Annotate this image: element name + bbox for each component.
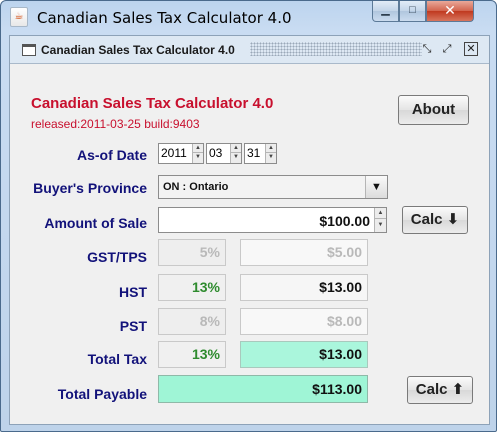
province-select[interactable]: ON : Ontario ▼ xyxy=(158,175,388,199)
minimize-button[interactable]: ▁ xyxy=(372,1,399,22)
total-tax-amount-field[interactable]: $13.00 xyxy=(240,341,368,368)
month-spinner-arrows[interactable]: ▲ ▼ xyxy=(230,144,241,163)
spin-down-icon[interactable]: ▼ xyxy=(375,219,386,231)
calc-down-button[interactable]: Calc ⬇ xyxy=(402,206,468,234)
hst-amount-field[interactable]: $13.00 xyxy=(240,274,368,301)
frame-maximize-icon[interactable]: ⤢ xyxy=(440,42,454,56)
window-titlebar[interactable]: ☕ Canadian Sales Tax Calculator 4.0 ▁ □ … xyxy=(1,1,496,35)
province-value: ON : Ontario xyxy=(163,181,229,193)
as-of-date-label: As-of Date xyxy=(76,147,147,163)
spin-down-icon[interactable]: ▼ xyxy=(231,153,241,162)
frame-window-icon xyxy=(22,44,36,56)
total-payable-field[interactable]: $113.00 xyxy=(158,375,368,403)
titlebar-grip-pattern xyxy=(250,42,422,56)
pst-amount-field[interactable]: $8.00 xyxy=(240,308,368,335)
day-spinner[interactable]: 31 ▲ ▼ xyxy=(244,143,277,164)
gst-amount-field[interactable]: $5.00 xyxy=(240,239,368,266)
app-heading: Canadian Sales Tax Calculator 4.0 xyxy=(31,95,274,112)
year-spinner[interactable]: 2011 ▲ ▼ xyxy=(158,143,204,164)
java-app-icon[interactable]: ☕ xyxy=(10,7,28,27)
spin-down-icon[interactable]: ▼ xyxy=(193,153,203,162)
amount-of-sale-input[interactable]: $100.00 ▲ ▼ xyxy=(158,207,387,233)
pst-label: PST xyxy=(119,318,147,334)
buyers-province-label: Buyer's Province xyxy=(33,180,147,196)
month-spinner[interactable]: 03 ▲ ▼ xyxy=(206,143,242,164)
pst-rate-field[interactable]: 8% xyxy=(158,308,226,335)
amount-spinner-arrows[interactable]: ▲ ▼ xyxy=(374,208,386,232)
release-info: released:2011-03-25 build:9403 xyxy=(31,117,200,131)
gst-rate-field[interactable]: 5% xyxy=(158,239,226,266)
application-window: ☕ Canadian Sales Tax Calculator 4.0 ▁ □ … xyxy=(0,0,497,432)
about-button[interactable]: About xyxy=(398,95,469,125)
calc-up-button[interactable]: Calc ⬆ xyxy=(407,376,473,404)
total-tax-rate-field[interactable]: 13% xyxy=(158,341,226,368)
internal-frame-titlebar[interactable]: Canadian Sales Tax Calculator 4.0 ⤡ ⤢ ✕ xyxy=(10,36,489,64)
total-tax-label: Total Tax xyxy=(87,351,147,367)
month-value: 03 xyxy=(209,146,223,160)
spin-up-icon[interactable]: ▲ xyxy=(231,144,241,153)
day-spinner-arrows[interactable]: ▲ ▼ xyxy=(265,144,276,163)
window-title: Canadian Sales Tax Calculator 4.0 xyxy=(37,9,292,27)
spin-up-icon[interactable]: ▲ xyxy=(375,208,386,219)
internal-frame-title: Canadian Sales Tax Calculator 4.0 xyxy=(41,43,235,57)
frame-restore-icon[interactable]: ⤡ xyxy=(420,42,434,56)
total-payable-label: Total Payable xyxy=(57,386,147,402)
hst-label: HST xyxy=(119,284,147,300)
frame-close-icon[interactable]: ✕ xyxy=(464,42,478,56)
year-spinner-arrows[interactable]: ▲ ▼ xyxy=(192,144,203,163)
internal-frame: Canadian Sales Tax Calculator 4.0 ⤡ ⤢ ✕ … xyxy=(9,35,490,425)
amount-of-sale-label: Amount of Sale xyxy=(44,215,147,231)
amount-of-sale-value: $100.00 xyxy=(319,213,370,229)
spin-down-icon[interactable]: ▼ xyxy=(266,153,276,162)
year-value: 2011 xyxy=(161,146,187,160)
hst-rate-field[interactable]: 13% xyxy=(158,274,226,301)
close-button[interactable]: ✕ xyxy=(426,1,474,22)
maximize-button[interactable]: □ xyxy=(399,1,426,22)
gst-label: GST/TPS xyxy=(87,249,147,265)
chevron-down-icon[interactable]: ▼ xyxy=(365,176,387,198)
day-value: 31 xyxy=(247,146,261,160)
spin-up-icon[interactable]: ▲ xyxy=(193,144,203,153)
spin-up-icon[interactable]: ▲ xyxy=(266,144,276,153)
